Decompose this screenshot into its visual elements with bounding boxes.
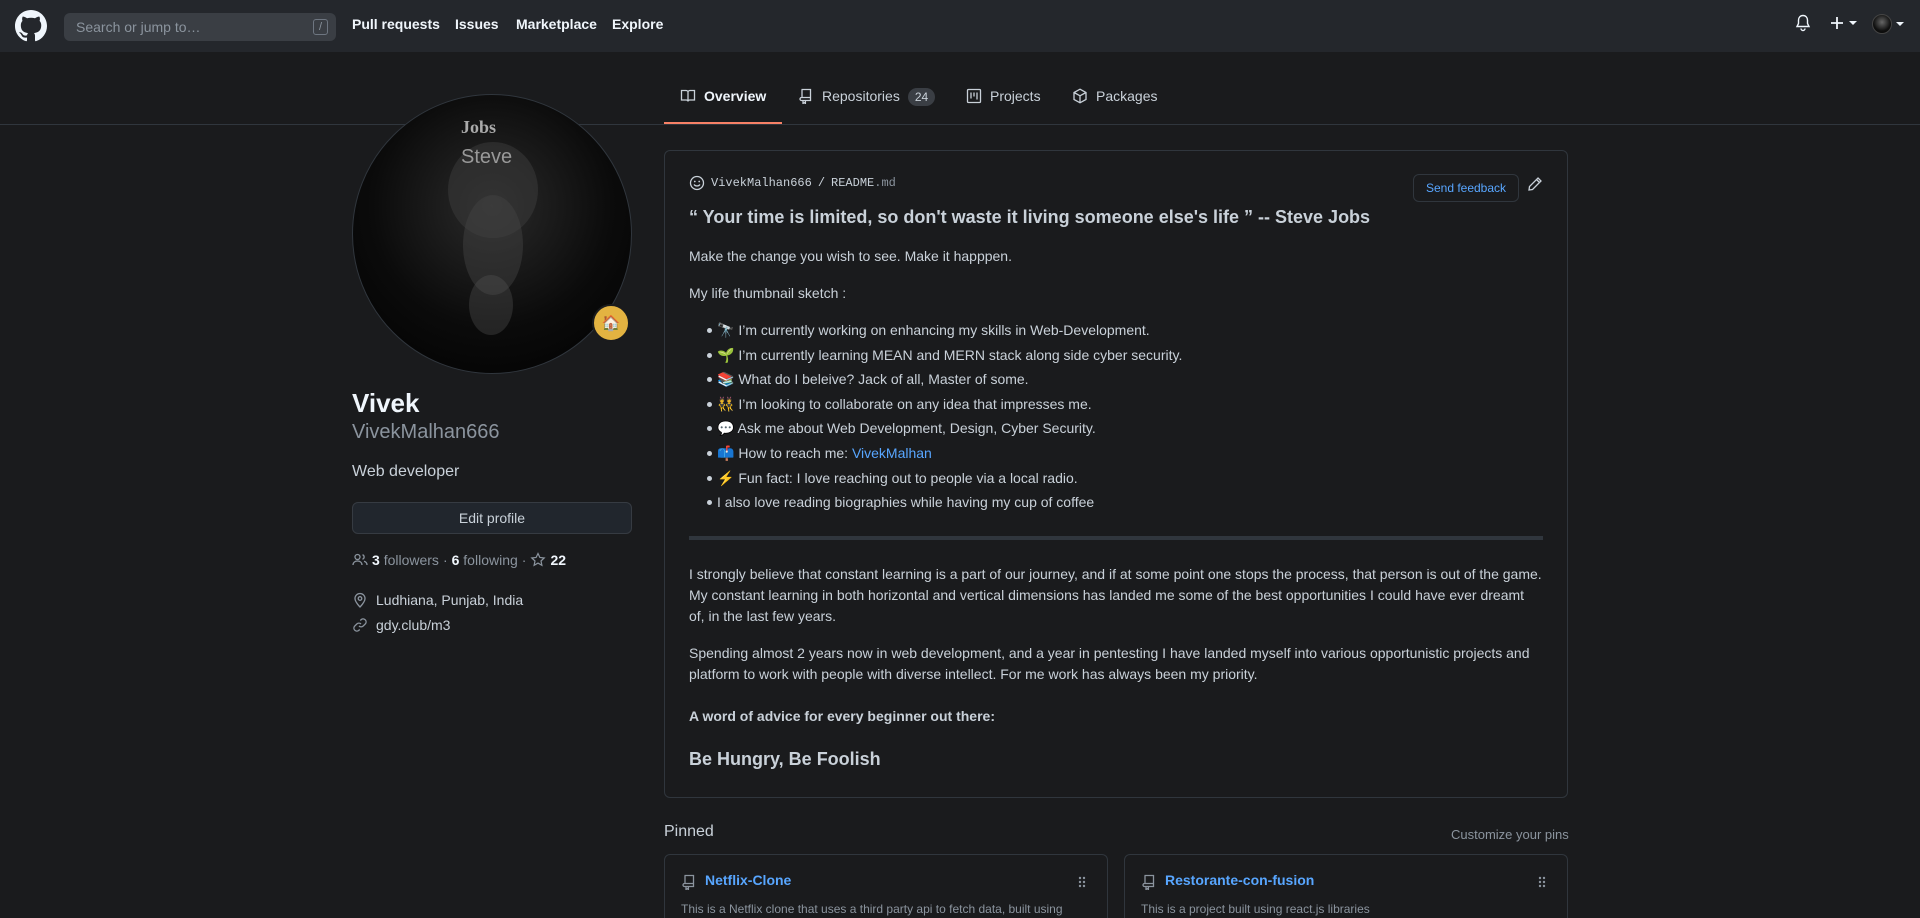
tab-label: Projects [990, 88, 1041, 104]
github-logo-icon[interactable] [15, 10, 47, 42]
readme-file-link[interactable]: README.md [831, 176, 896, 190]
website-link[interactable]: gdy.club/m3 [376, 617, 450, 633]
status-emoji-badge[interactable]: 🏠 [592, 304, 630, 342]
smiley-icon [689, 175, 705, 191]
readme-advice-title: A word of advice for every beginner out … [689, 708, 995, 724]
list-item: 💬 Ask me about Web Development, Design, … [706, 418, 1182, 443]
send-feedback-button[interactable]: Send feedback [1413, 174, 1519, 202]
chevron-down-icon [1896, 22, 1904, 26]
following-link[interactable]: 6 following [452, 552, 518, 568]
list-item: 🔭 I’m currently working on enhancing my … [706, 320, 1182, 345]
search-input[interactable] [64, 13, 304, 41]
contact-link[interactable]: VivekMalhan [852, 445, 932, 461]
location-pin-icon [354, 592, 366, 608]
search-shortcut-key: / [313, 19, 328, 35]
profile-location: Ludhiana, Punjab, India [352, 592, 523, 608]
profile-avatar[interactable]: Jobs Steve [352, 94, 632, 374]
pinned-repo-name-link[interactable]: Restorante-con-fusion [1165, 872, 1314, 888]
tab-repositories[interactable]: Repositories 24 [798, 88, 936, 124]
stars-link[interactable]: 22 [530, 552, 566, 568]
list-item: 👯 I’m looking to collaborate on any idea… [706, 394, 1182, 419]
edit-profile-button[interactable]: Edit profile [352, 502, 632, 534]
list-item: 🌱 I’m currently learning MEAN and MERN s… [706, 345, 1182, 370]
pinned-repo-name-link[interactable]: Netflix-Clone [705, 872, 791, 888]
pinned-repo-description: This is a Netflix clone that uses a thir… [681, 902, 1063, 916]
profile-website[interactable]: gdy.club/m3 [352, 617, 450, 633]
package-icon [1073, 88, 1087, 104]
project-icon [966, 88, 982, 104]
tab-label: Packages [1096, 88, 1158, 104]
repo-icon [682, 874, 695, 890]
repo-icon [1142, 874, 1155, 890]
user-menu[interactable] [1872, 14, 1904, 34]
drag-grip-icon[interactable] [1077, 874, 1087, 890]
readme-divider [689, 536, 1543, 540]
user-avatar-small [1872, 14, 1892, 34]
repositories-count-badge: 24 [907, 88, 936, 106]
edit-pencil-icon[interactable] [1527, 176, 1543, 192]
tab-projects[interactable]: Projects [966, 88, 1041, 124]
repo-icon [799, 88, 812, 104]
nav-explore[interactable]: Explore [612, 16, 663, 32]
followers-link[interactable]: 3 followers [372, 552, 439, 568]
tab-label: Overview [704, 88, 767, 104]
readme-sketch-title: My life thumbnail sketch : [689, 285, 847, 301]
drag-grip-icon[interactable] [1537, 874, 1547, 890]
list-item: I also love reading biographies while ha… [706, 492, 1182, 517]
active-tab-indicator [664, 122, 782, 124]
tab-packages[interactable]: Packages [1072, 88, 1157, 124]
link-icon [353, 618, 367, 632]
nav-issues[interactable]: Issues [455, 16, 499, 32]
readme-tagline: Make the change you wish to see. Make it… [689, 248, 1012, 264]
chevron-down-icon [1849, 21, 1857, 25]
tab-label: Repositories [822, 88, 900, 104]
nav-marketplace[interactable]: Marketplace [516, 16, 597, 32]
create-new-menu[interactable] [1829, 15, 1857, 31]
tab-overview[interactable]: Overview [680, 88, 766, 124]
readme-paragraph-2: Spending almost 2 years now in web devel… [689, 645, 1530, 682]
readme-owner-link[interactable]: VivekMalhan666 [711, 176, 812, 190]
readme-bullet-list: 🔭 I’m currently working on enhancing my … [706, 320, 1182, 517]
readme-quote-heading: “ Your time is limited, so don't waste i… [689, 207, 1371, 227]
book-icon [680, 89, 696, 102]
follow-stats: 3 followers · 6 following · 22 [352, 552, 566, 568]
customize-pins-link[interactable]: Customize your pins [1451, 827, 1569, 842]
tabs-divider [0, 124, 1920, 125]
people-icon [352, 553, 368, 566]
readme-paragraph-1: I strongly believe that constant learnin… [689, 566, 1542, 624]
notifications-bell-icon[interactable] [1795, 14, 1811, 32]
list-item: ⚡ Fun fact: I love reaching out to peopl… [706, 468, 1182, 493]
svg-text:Steve: Steve [461, 146, 512, 168]
location-text: Ludhiana, Punjab, India [376, 592, 524, 608]
pinned-repo-description: This is a project built using react.js l… [1141, 902, 1370, 916]
profile-bio: Web developer [352, 463, 460, 480]
list-item: 📫 How to reach me: VivekMalhan [706, 443, 1182, 468]
global-header: / Pull requests Issues Marketplace Explo… [0, 0, 1920, 52]
avatar-portrait-image: Jobs Steve [448, 117, 538, 335]
search-box[interactable]: / [64, 13, 336, 41]
pinned-section-title: Pinned [664, 823, 714, 840]
nav-pull-requests[interactable]: Pull requests [352, 16, 440, 32]
profile-username: VivekMalhan666 [352, 421, 500, 443]
readme-advice-heading: Be Hungry, Be Foolish [689, 749, 881, 769]
profile-name: Vivek [352, 388, 420, 418]
star-icon [530, 552, 547, 567]
plus-icon [1831, 17, 1843, 29]
readme-path: VivekMalhan666 / README.md [689, 175, 896, 191]
svg-text:Jobs: Jobs [461, 117, 496, 137]
list-item: 📚 What do I beleive? Jack of all, Master… [706, 369, 1182, 394]
